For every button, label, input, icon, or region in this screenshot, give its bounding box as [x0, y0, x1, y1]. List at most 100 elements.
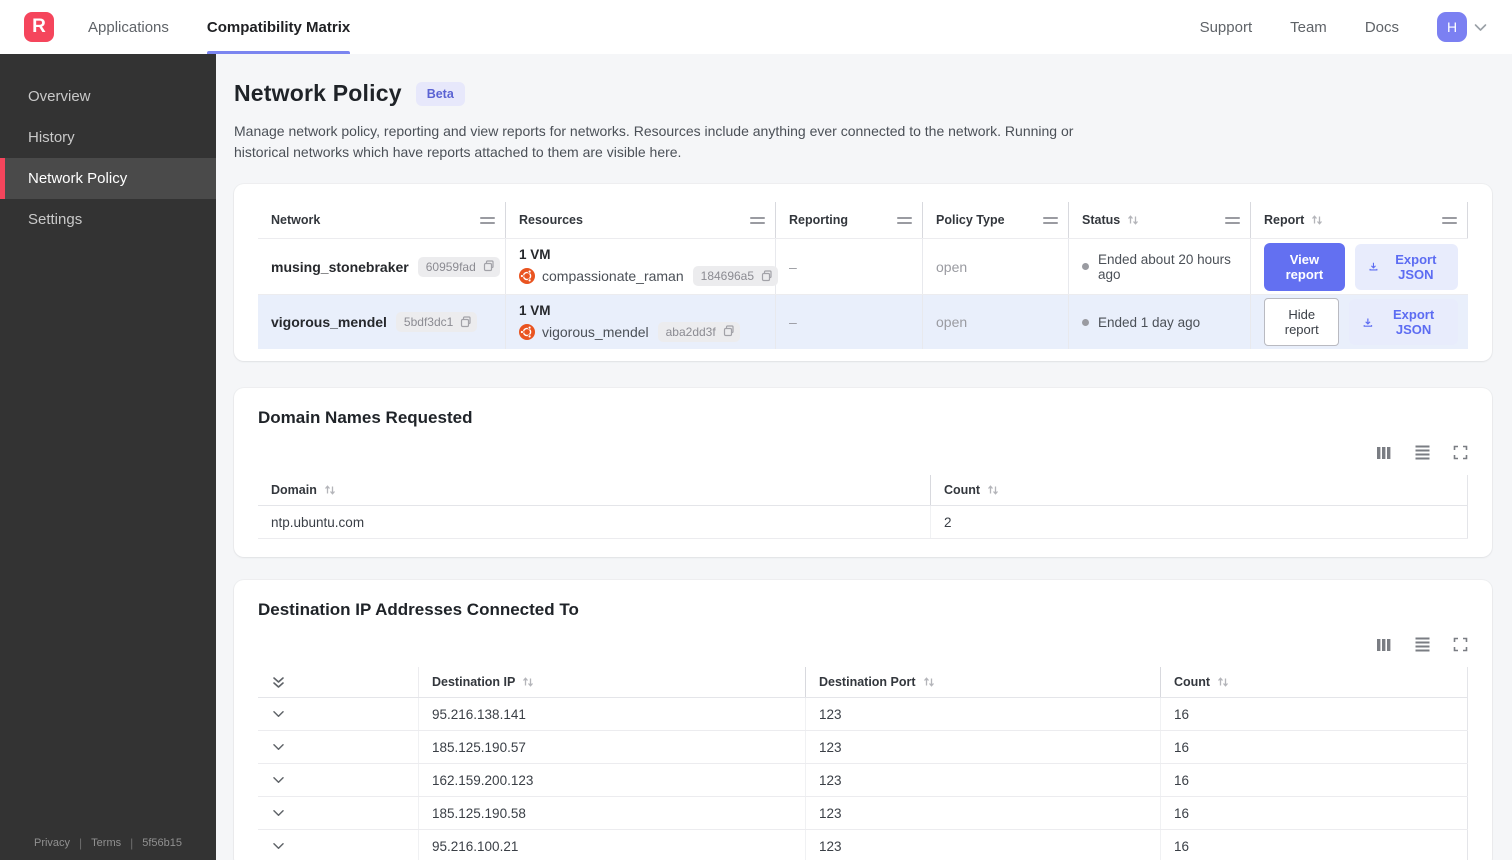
- nav-link-team[interactable]: Team: [1290, 19, 1327, 36]
- column-resize-handle-icon[interactable]: [1043, 216, 1058, 224]
- status-dot-icon: [1082, 263, 1089, 270]
- column-resize-handle-icon[interactable]: [1442, 216, 1457, 224]
- column-header-reporting[interactable]: Reporting: [776, 202, 923, 238]
- sort-icon[interactable]: [1217, 676, 1229, 688]
- avatar[interactable]: H: [1437, 12, 1467, 42]
- network-name: vigorous_mendel: [271, 314, 387, 330]
- table-row[interactable]: 185.125.190.57 123 16: [258, 731, 1468, 764]
- expand-row-icon[interactable]: [261, 808, 285, 818]
- column-header-network[interactable]: Network: [258, 202, 506, 238]
- table-row[interactable]: 185.125.190.58 123 16: [258, 797, 1468, 830]
- fullscreen-icon[interactable]: [1453, 445, 1468, 460]
- sort-icon[interactable]: [1311, 214, 1323, 226]
- privacy-link[interactable]: Privacy: [34, 837, 70, 849]
- expand-row-icon[interactable]: [261, 742, 285, 752]
- column-header-destination-port[interactable]: Destination Port: [806, 667, 1161, 697]
- destination-ip-cell: 185.125.190.58: [419, 797, 806, 829]
- network-id-badge[interactable]: 5bdf3dc1: [395, 312, 478, 332]
- view-report-button[interactable]: View report: [1264, 242, 1345, 291]
- column-resize-handle-icon[interactable]: [750, 216, 765, 224]
- terms-link[interactable]: Terms: [91, 837, 121, 849]
- count-cell: 16: [1161, 764, 1468, 796]
- expand-all-icon[interactable]: [261, 676, 285, 689]
- sort-icon[interactable]: [987, 484, 999, 496]
- expand-row-icon[interactable]: [261, 775, 285, 785]
- column-label: Policy Type: [936, 213, 1005, 227]
- expand-row-icon[interactable]: [261, 709, 285, 719]
- nav-link-docs[interactable]: Docs: [1365, 19, 1399, 36]
- destination-ip-cell: 95.216.138.141: [419, 698, 806, 730]
- sort-icon[interactable]: [923, 676, 935, 688]
- table-row[interactable]: 95.216.138.141 123 16: [258, 698, 1468, 731]
- chevron-down-icon: [1474, 23, 1487, 31]
- column-header-report[interactable]: Report: [1251, 202, 1468, 238]
- expand-all-header: [258, 667, 419, 697]
- status-dot-icon: [1082, 318, 1089, 326]
- destination-port-cell: 123: [806, 731, 1161, 763]
- account-menu-chevron[interactable]: [1473, 22, 1488, 33]
- export-json-label: Export JSON: [1395, 251, 1437, 282]
- column-header-count[interactable]: Count: [931, 475, 1468, 505]
- network-table-header: Network Resources Reporting Policy Type …: [258, 202, 1468, 239]
- table-row[interactable]: vigorous_mendel 5bdf3dc1 1 VM vigorous_m…: [258, 294, 1468, 349]
- table-row[interactable]: musing_stonebraker 60959fad 1 VM compass…: [258, 239, 1468, 294]
- count-cell: 16: [1161, 797, 1468, 829]
- tab-compatibility-matrix[interactable]: Compatibility Matrix: [206, 0, 351, 54]
- table-row[interactable]: ntp.ubuntu.com 2: [258, 506, 1468, 539]
- table-row[interactable]: 95.216.100.21 123 16: [258, 830, 1468, 860]
- row-density-icon[interactable]: [1414, 444, 1431, 461]
- columns-icon[interactable]: [1376, 445, 1392, 461]
- card-title: Domain Names Requested: [258, 408, 473, 427]
- sidebar-item-overview[interactable]: Overview: [0, 76, 216, 117]
- copy-icon[interactable]: [759, 269, 772, 283]
- status-text: Ended 1 day ago: [1098, 314, 1201, 330]
- hide-report-button[interactable]: Hide report: [1264, 298, 1340, 346]
- row-density-icon[interactable]: [1414, 636, 1431, 653]
- sort-icon[interactable]: [1127, 214, 1139, 226]
- sidebar-item-history[interactable]: History: [0, 117, 216, 158]
- vm-count: 1 VM: [519, 302, 551, 318]
- app-logo[interactable]: R: [24, 12, 54, 42]
- column-resize-handle-icon[interactable]: [480, 216, 495, 224]
- column-header-destination-ip[interactable]: Destination IP: [419, 667, 806, 697]
- export-json-button[interactable]: Export JSON: [1354, 243, 1458, 290]
- export-json-button[interactable]: Export JSON: [1349, 299, 1458, 345]
- tab-applications[interactable]: Applications: [88, 0, 169, 54]
- sort-icon[interactable]: [522, 676, 534, 688]
- fullscreen-icon[interactable]: [1453, 637, 1468, 652]
- resource-id-badge[interactable]: 184696a5: [692, 266, 779, 286]
- sidebar: Overview History Network Policy Settings…: [0, 54, 216, 860]
- copy-icon[interactable]: [458, 315, 471, 329]
- nav-tabs: Applications Compatibility Matrix: [88, 0, 388, 54]
- column-header-resources[interactable]: Resources: [506, 202, 776, 238]
- sidebar-footer: Privacy | Terms | 5f56b15: [0, 836, 216, 850]
- table-row[interactable]: 162.159.200.123 123 16: [258, 764, 1468, 797]
- column-header-policy-type[interactable]: Policy Type: [923, 202, 1069, 238]
- expander-cell: [258, 764, 419, 796]
- column-header-domain[interactable]: Domain: [258, 475, 931, 505]
- sidebar-item-settings[interactable]: Settings: [0, 199, 216, 240]
- column-resize-handle-icon[interactable]: [897, 216, 912, 224]
- column-header-status[interactable]: Status: [1069, 202, 1251, 238]
- sort-icon[interactable]: [324, 484, 336, 496]
- resource-id-badge[interactable]: aba2dd3f: [657, 321, 740, 342]
- column-label: Report: [1264, 213, 1305, 227]
- copy-icon[interactable]: [721, 325, 734, 338]
- report-cell: Hide report Export JSON: [1251, 295, 1468, 349]
- column-resize-handle-icon[interactable]: [1225, 216, 1240, 224]
- count-cell: 16: [1161, 830, 1468, 860]
- expand-row-icon[interactable]: [261, 841, 285, 851]
- expander-cell: [258, 830, 419, 860]
- column-label: Domain: [271, 483, 317, 497]
- column-header-count[interactable]: Count: [1161, 667, 1468, 697]
- copy-icon[interactable]: [481, 260, 494, 273]
- sidebar-item-network-policy[interactable]: Network Policy: [0, 158, 216, 199]
- footer-divider: |: [79, 836, 83, 850]
- nav-link-support[interactable]: Support: [1200, 19, 1253, 36]
- destination-port-cell: 123: [806, 698, 1161, 730]
- network-id-badge[interactable]: 60959fad: [417, 256, 500, 277]
- ubuntu-icon: [519, 268, 535, 284]
- columns-icon[interactable]: [1376, 637, 1392, 653]
- domain-cell: ntp.ubuntu.com: [258, 506, 931, 538]
- resources-cell: 1 VM vigorous_mendel aba2dd3f: [506, 295, 776, 349]
